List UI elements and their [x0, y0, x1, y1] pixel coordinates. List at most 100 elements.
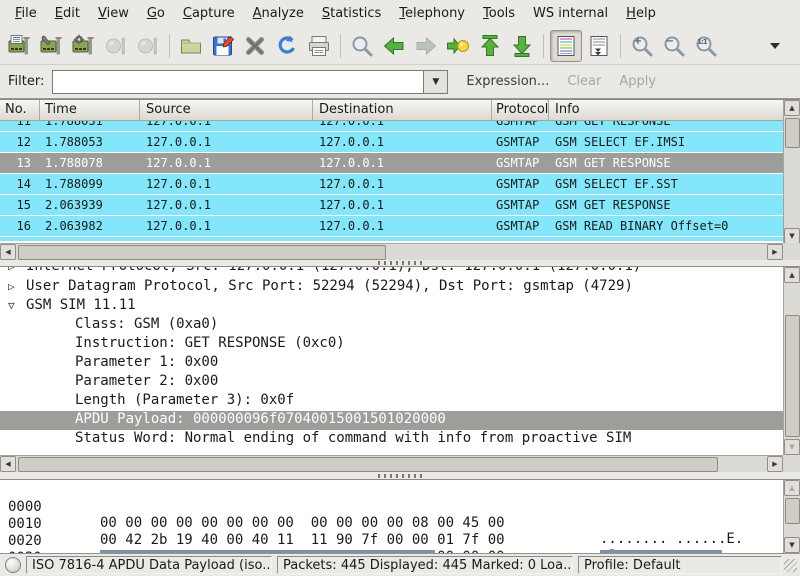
details-horizontal-scrollbar[interactable]: ◀ ▶ — [0, 455, 783, 472]
open-file-button[interactable] — [176, 31, 206, 61]
packet-row-partial — [0, 236, 783, 241]
hex-row[interactable]: 0010 00 42 2b 19 40 00 40 11 11 90 7f 00… — [0, 500, 800, 517]
tree-item[interactable]: ▽GSM SIM 11.11 — [0, 297, 783, 316]
tree-item[interactable]: Parameter 2: 0x00 — [0, 373, 783, 392]
menu-help[interactable]: Help — [617, 2, 665, 25]
hex-row[interactable]: 0000 00 00 00 00 00 00 00 00 00 00 00 00… — [0, 483, 800, 500]
menu-edit[interactable]: Edit — [46, 2, 89, 25]
status-profile[interactable]: Profile: Default — [578, 556, 782, 574]
menu-ws-internal[interactable]: WS internal — [524, 2, 617, 25]
tree-item-selected[interactable]: APDU Payload: 000000096f0704001500150102… — [0, 411, 783, 430]
list-interfaces-button[interactable] — [5, 31, 35, 61]
menu-capture[interactable]: Capture — [174, 2, 244, 25]
hex-vertical-scrollbar[interactable]: ▲ ▼ — [783, 480, 800, 553]
table-row[interactable]: 16 2.063982 127.0.0.1 127.0.0.1 GSMTAP G… — [0, 215, 783, 236]
table-row[interactable]: 15 2.063939 127.0.0.1 127.0.0.1 GSMTAP G… — [0, 194, 783, 215]
table-row-clipped[interactable]: 11 1.788031 127.0.0.1 127.0.0.1 GSMTAP G… — [0, 121, 783, 131]
hex-row[interactable]: 0020 00 01 cc 46 12 79 00 2e fe 41 02 04… — [0, 517, 800, 534]
expander-collapsed-icon[interactable]: ▷ — [0, 267, 26, 273]
arrow-right-icon: ▶ — [772, 460, 777, 468]
details-vertical-scrollbar[interactable]: ▲ ▼ — [783, 267, 800, 455]
resize-grip[interactable] — [784, 559, 797, 572]
save-file-button[interactable] — [208, 31, 238, 61]
column-header-no[interactable]: No. — [0, 100, 40, 120]
colorize-button[interactable] — [550, 30, 582, 62]
go-to-packet-button[interactable] — [443, 31, 473, 61]
close-file-button[interactable] — [240, 31, 270, 61]
cell-protocol: GSMTAP — [492, 198, 549, 212]
column-header-destination[interactable]: Destination — [313, 100, 492, 120]
tree-item[interactable]: Class: GSM (0xa0) — [0, 316, 783, 335]
cell-info: GSM GET RESPONSE — [549, 121, 783, 128]
scrollbar-thumb[interactable] — [18, 457, 718, 472]
scroll-right-button[interactable]: ▶ — [767, 244, 783, 260]
filter-dropdown-button[interactable]: ▼ — [423, 70, 448, 94]
status-bar: ISO 7816-4 APDU Data Payload (iso... Pac… — [0, 553, 800, 576]
scrollbar-thumb[interactable] — [785, 118, 800, 148]
arrow-left-icon — [382, 34, 406, 58]
chevron-down-icon: ▼ — [432, 77, 439, 87]
menu-telephony[interactable]: Telephony — [390, 2, 474, 25]
menu-analyze[interactable]: Analyze — [244, 2, 313, 25]
tree-item[interactable]: ▷User Datagram Protocol, Src Port: 52294… — [0, 278, 783, 297]
scrollbar-thumb[interactable] — [785, 315, 800, 437]
scroll-down-button[interactable]: ▼ — [784, 537, 800, 553]
capture-start-button[interactable] — [69, 31, 99, 61]
menu-tools[interactable]: Tools — [474, 2, 524, 25]
menu-view[interactable]: View — [89, 2, 138, 25]
capture-stop-button — [101, 31, 131, 61]
tree-item[interactable]: Parameter 1: 0x00 — [0, 354, 783, 373]
menu-go[interactable]: Go — [138, 2, 174, 25]
tree-item[interactable]: Status Word: Normal ending of command wi… — [0, 430, 783, 449]
menu-statistics[interactable]: Statistics — [313, 2, 390, 25]
zoom-normal-button[interactable]: 1:1 — [691, 31, 721, 61]
tree-item-label: Class: GSM (0xa0) — [75, 316, 218, 332]
zoom-out-button[interactable]: − — [659, 31, 689, 61]
scrollbar-thumb[interactable] — [785, 498, 800, 524]
tree-item[interactable]: Length (Parameter 3): 0x0f — [0, 392, 783, 411]
network-card-gear-icon — [72, 34, 96, 58]
scrollbar-corner — [783, 455, 800, 472]
find-packet-button[interactable] — [347, 31, 377, 61]
column-header-source[interactable]: Source — [140, 100, 313, 120]
column-header-info[interactable]: Info — [549, 100, 783, 120]
tree-item-label: User Datagram Protocol, Src Port: 52294 … — [26, 278, 633, 294]
expander-expanded-icon[interactable]: ▽ — [0, 299, 26, 312]
tree-item-clipped[interactable]: ▷Internet Protocol, Src: 127.0.0.1 (127.… — [0, 267, 783, 278]
expert-info-icon[interactable] — [5, 557, 21, 573]
go-to-bottom-button[interactable] — [507, 31, 537, 61]
filter-input[interactable] — [52, 70, 423, 94]
apply-button: Apply — [619, 74, 656, 89]
column-header-protocol[interactable]: Protocol — [492, 100, 549, 120]
filter-combo: ▼ — [52, 70, 448, 94]
pane-splitter-handle[interactable] — [0, 472, 800, 479]
cell-protocol: GSMTAP — [492, 156, 549, 170]
expression-button[interactable]: Expression... — [466, 74, 549, 89]
tree-item[interactable]: Instruction: GET RESPONSE (0xc0) — [0, 335, 783, 354]
toolbar-overflow-button[interactable] — [760, 31, 790, 61]
auto-scroll-button[interactable] — [584, 31, 614, 61]
arrow-left-icon: ◀ — [5, 460, 10, 468]
table-row-selected[interactable]: 13 1.788078 127.0.0.1 127.0.0.1 GSMTAP G… — [0, 152, 783, 173]
go-to-top-button[interactable] — [475, 31, 505, 61]
scroll-right-button[interactable]: ▶ — [767, 456, 783, 472]
menu-file[interactable]: File — [6, 2, 46, 25]
packet-list-vertical-scrollbar[interactable]: ▲ ▼ — [783, 100, 800, 244]
print-button[interactable] — [304, 31, 334, 61]
packet-list-horizontal-scrollbar[interactable]: ◀ ▶ — [0, 243, 783, 260]
scroll-up-button[interactable]: ▲ — [784, 267, 800, 283]
scroll-left-button[interactable]: ◀ — [0, 244, 16, 260]
expander-collapsed-icon[interactable]: ▷ — [0, 280, 26, 293]
column-header-time[interactable]: Time — [40, 100, 140, 120]
scroll-up-button[interactable]: ▲ — [784, 100, 800, 116]
go-back-button[interactable] — [379, 31, 409, 61]
scroll-down-button[interactable]: ▼ — [784, 228, 800, 244]
table-row[interactable]: 14 1.788099 127.0.0.1 127.0.0.1 GSMTAP G… — [0, 173, 783, 194]
table-row[interactable]: 12 1.788053 127.0.0.1 127.0.0.1 GSMTAP G… — [0, 131, 783, 152]
zoom-in-button[interactable]: + — [627, 31, 657, 61]
scroll-left-button[interactable]: ◀ — [0, 456, 16, 472]
capture-options-button[interactable] — [37, 31, 67, 61]
scrollbar-thumb[interactable] — [18, 245, 386, 260]
reload-button[interactable] — [272, 31, 302, 61]
hex-row[interactable]: 0030 00 00 00 00 00 00 00 00 00 00 a0 c0… — [0, 534, 800, 551]
